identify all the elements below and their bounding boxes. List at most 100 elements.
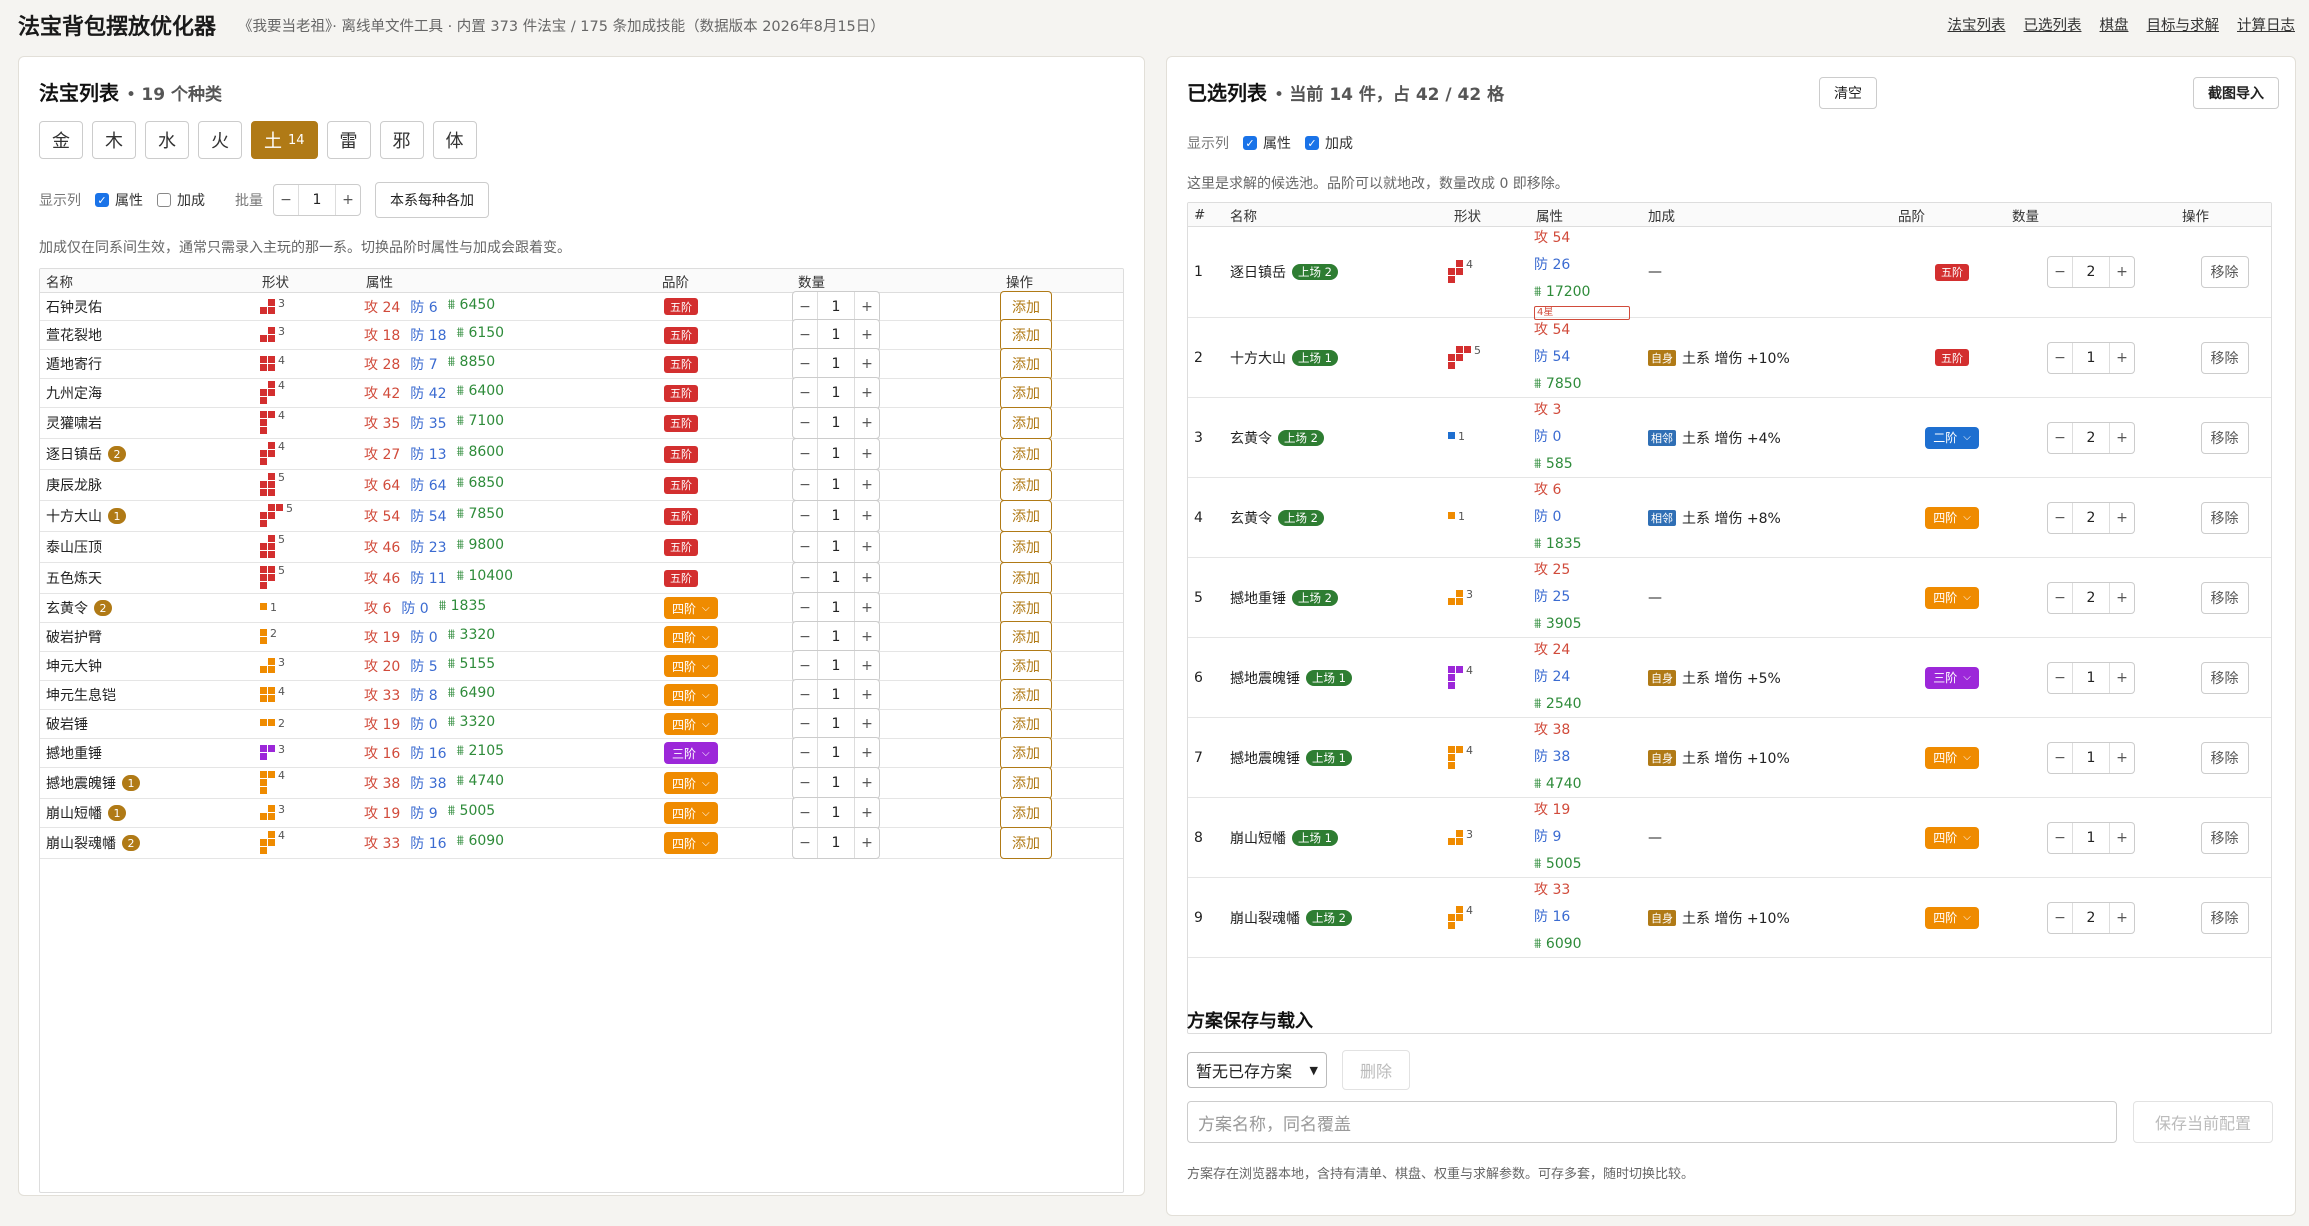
minus-icon[interactable]: − [793,446,817,462]
minus-icon[interactable]: − [2048,910,2072,926]
minus-icon[interactable]: − [793,600,817,616]
plus-icon[interactable]: + [855,835,879,851]
minus-icon[interactable]: − [793,385,817,401]
save-config-button[interactable]: 保存当前配置 [2133,1101,2273,1143]
quantity-value[interactable]: 1 [817,470,855,500]
quantity-value[interactable]: 1 [817,622,855,652]
add-button[interactable]: 添加 [1000,621,1052,653]
remove-button[interactable]: 移除 [2200,581,2249,614]
plus-icon[interactable]: + [855,446,879,462]
plus-icon[interactable]: + [2110,510,2134,526]
quantity-stepper[interactable]: −1 + [792,562,880,594]
minus-icon[interactable]: − [2048,510,2072,526]
quantity-stepper[interactable]: −1 + [792,531,880,563]
quantity-stepper[interactable]: −1 + [792,319,880,351]
plus-icon[interactable]: + [855,600,879,616]
screenshot-import-button[interactable]: 截图导入 [2193,77,2279,109]
element-tab[interactable]: 金 [39,121,83,159]
minus-icon[interactable]: − [793,805,817,821]
quantity-stepper[interactable]: −1 + [792,737,880,769]
plus-icon[interactable]: + [855,508,879,524]
minus-icon[interactable]: − [2048,590,2072,606]
quantity-value[interactable]: 1 [817,593,855,623]
quantity-value[interactable]: 1 [817,680,855,710]
tier-select[interactable]: 四阶 ⌵ [1925,906,1979,929]
delete-plan-button[interactable]: 删除 [1342,1050,1410,1090]
add-button[interactable]: 添加 [1000,737,1052,769]
tier-select[interactable]: 四阶 ⌵ [1925,746,1979,769]
remove-button[interactable]: 移除 [2200,341,2249,374]
plus-icon[interactable]: + [855,570,879,586]
plus-icon[interactable]: + [855,477,879,493]
plus-icon[interactable]: + [855,716,879,732]
quantity-value[interactable]: 1 [817,709,855,739]
minus-icon[interactable]: − [793,477,817,493]
plan-name-input[interactable]: 方案名称，同名覆盖 [1187,1101,2117,1143]
tier-select[interactable]: 四阶 ⌵ [664,832,718,854]
quantity-value[interactable]: 1 [817,408,855,438]
element-tab[interactable]: 土 14 [251,121,318,159]
minus-icon[interactable]: − [793,835,817,851]
tier-select[interactable]: 二阶 ⌵ [1925,426,1979,449]
add-button[interactable]: 添加 [1000,407,1052,439]
minus-icon[interactable]: − [2048,670,2072,686]
nav-board[interactable]: 棋盘 [2100,14,2129,35]
add-button[interactable]: 添加 [1000,679,1052,711]
attr-checkbox[interactable]: ✓ 属性 [95,190,143,210]
minus-icon[interactable]: − [2048,750,2072,766]
quantity-stepper[interactable]: −1 + [792,621,880,653]
remove-button[interactable]: 移除 [2200,501,2249,534]
nav-selected-list[interactable]: 已选列表 [2024,14,2082,35]
tier-select[interactable]: 四阶 ⌵ [664,772,718,794]
remove-button[interactable]: 移除 [2200,256,2249,288]
minus-icon[interactable]: − [793,415,817,431]
quantity-value[interactable]: 2 [2072,257,2110,287]
minus-icon[interactable]: − [2048,350,2072,366]
remove-button[interactable]: 移除 [2200,741,2249,774]
minus-icon[interactable]: − [793,570,817,586]
quantity-stepper[interactable]: −1 + [2047,341,2135,374]
add-button[interactable]: 添加 [1000,650,1052,682]
plus-icon[interactable]: + [855,356,879,372]
quantity-value[interactable]: 1 [817,378,855,408]
quantity-value[interactable]: 2 [2072,582,2110,613]
batch-stepper[interactable]: −1 + [273,184,361,216]
quantity-value[interactable]: 1 [817,828,855,858]
nav-goal-solve[interactable]: 目标与求解 [2147,14,2220,35]
remove-button[interactable]: 移除 [2200,421,2249,454]
quantity-stepper[interactable]: −1 + [2047,741,2135,774]
add-button[interactable]: 添加 [1000,438,1052,470]
bonus-checkbox[interactable]: 加成 [157,190,205,210]
quantity-stepper[interactable]: −1 + [792,650,880,682]
add-button[interactable]: 添加 [1000,531,1052,563]
quantity-value[interactable]: 1 [817,738,855,768]
quantity-stepper[interactable]: −1 + [792,708,880,740]
tier-select[interactable]: 四阶 ⌵ [1925,506,1979,529]
quantity-stepper[interactable]: −2 + [2047,256,2135,288]
add-button[interactable]: 添加 [1000,562,1052,594]
quantity-value[interactable]: 1 [2072,662,2110,693]
plus-icon[interactable]: + [855,658,879,674]
quantity-value[interactable]: 1 [817,320,855,350]
quantity-value[interactable]: 1 [2072,822,2110,853]
quantity-value[interactable]: 1 [817,563,855,593]
add-button[interactable]: 添加 [1000,377,1052,409]
plus-icon[interactable]: + [2110,750,2134,766]
quantity-stepper[interactable]: −1 + [792,348,880,380]
tier-select[interactable]: 四阶 ⌵ [664,802,718,824]
quantity-value[interactable]: 1 [817,439,855,469]
batch-value[interactable]: 1 [298,185,336,215]
attr-checkbox[interactable]: ✓ 属性 [1243,133,1291,153]
minus-icon[interactable]: − [793,539,817,555]
quantity-value[interactable]: 1 [817,798,855,828]
minus-icon[interactable]: − [274,192,298,208]
tier-select[interactable]: 四阶 ⌵ [664,713,718,735]
quantity-stepper[interactable]: −1 + [792,407,880,439]
add-button[interactable]: 添加 [1000,592,1052,624]
plus-icon[interactable]: + [855,745,879,761]
clear-button[interactable]: 清空 [1819,77,1877,109]
plus-icon[interactable]: + [2110,670,2134,686]
quantity-stepper[interactable]: −2 + [2047,501,2135,534]
plus-icon[interactable]: + [2110,350,2134,366]
add-button[interactable]: 添加 [1000,797,1052,829]
